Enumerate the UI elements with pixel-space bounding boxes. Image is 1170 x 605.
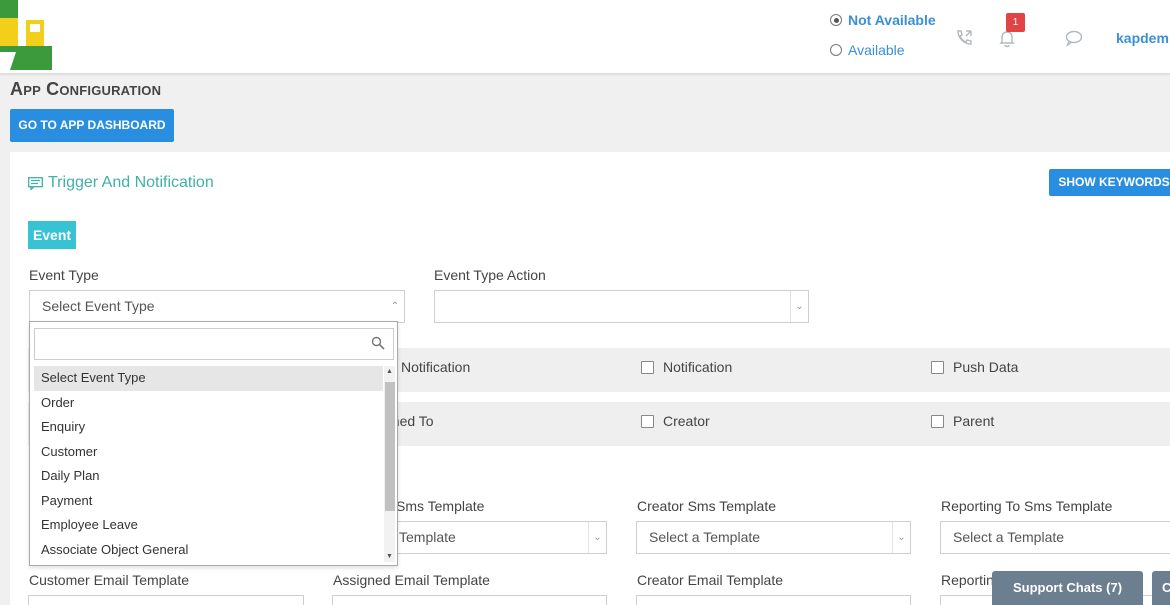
- status-available-radio[interactable]: Available: [830, 42, 905, 58]
- checkbox-label: Parent: [953, 413, 995, 429]
- notification-count-badge: 1: [1006, 13, 1025, 32]
- checkbox-option[interactable]: Parent: [931, 413, 994, 429]
- assigned-email-template-select[interactable]: [332, 595, 607, 605]
- sms-template-select[interactable]: Template ⌄: [386, 521, 607, 554]
- checkbox-option[interactable]: Push Data: [931, 359, 1018, 375]
- status-not-available-label: Not Available: [848, 12, 936, 28]
- assigned-email-template-label: Assigned Email Template: [333, 572, 490, 588]
- chevron-down-icon[interactable]: ⌄: [790, 291, 808, 322]
- chevron-up-icon[interactable]: ⌃: [386, 291, 404, 322]
- dropdown-option[interactable]: Customer: [34, 440, 383, 465]
- creator-sms-template-value: Select a Template: [649, 529, 761, 545]
- section-title-text: Trigger And Notification: [48, 174, 214, 191]
- checkbox-label: Push Data: [953, 359, 1019, 375]
- chat-bubble-icon[interactable]: [1064, 28, 1084, 48]
- creator-sms-template-label: Creator Sms Template: [637, 498, 777, 514]
- show-keywords-button[interactable]: SHOW KEYWORDS: [1049, 169, 1170, 196]
- chevron-down-icon[interactable]: ⌄: [892, 522, 910, 553]
- chevron-down-icon[interactable]: ⌄: [588, 522, 606, 553]
- customer-email-template-select[interactable]: [28, 595, 304, 605]
- checkbox-label: Notification: [663, 359, 733, 375]
- event-type-value: Select Event Type: [42, 298, 155, 314]
- radio-unselected-icon[interactable]: [830, 44, 842, 56]
- dropdown-option[interactable]: Payment: [34, 489, 383, 514]
- dropdown-option[interactable]: Associate Object General: [34, 538, 383, 563]
- event-type-action-select[interactable]: ⌄: [434, 290, 809, 323]
- event-type-select[interactable]: Select Event Type ⌃: [29, 290, 405, 323]
- reporting-email-template-label: Reportin: [941, 572, 994, 588]
- go-to-app-dashboard-button[interactable]: GO TO APP DASHBOARD: [10, 109, 174, 142]
- event-type-label: Event Type: [29, 267, 99, 283]
- checkbox-option[interactable]: Notification: [641, 359, 732, 375]
- event-type-dropdown: Select Event Type Order Enquiry Customer…: [29, 321, 398, 566]
- dropdown-option[interactable]: Select Event Type: [34, 366, 383, 391]
- dropdown-search-input[interactable]: [34, 328, 394, 360]
- dropdown-scrollbar[interactable]: ▲ ▼: [384, 366, 395, 562]
- company-logo[interactable]: [0, 0, 52, 70]
- status-not-available-radio[interactable]: Not Available: [830, 12, 936, 28]
- reporting-sms-template-value: Select a Template: [953, 529, 1065, 545]
- reporting-sms-template-select[interactable]: Select a Template: [940, 521, 1170, 554]
- checkbox-option[interactable]: Creator: [641, 413, 710, 429]
- sms-template-label: Sms Template: [396, 498, 485, 514]
- checkbox-icon[interactable]: [931, 360, 944, 374]
- event-type-action-label: Event Type Action: [434, 267, 546, 283]
- support-chats-button[interactable]: Support Chats (7): [992, 571, 1143, 605]
- dropdown-option[interactable]: Daily Plan: [34, 464, 383, 489]
- creator-sms-template-select[interactable]: Select a Template ⌄: [636, 521, 911, 554]
- checkbox-icon[interactable]: [641, 360, 654, 374]
- comment-list-icon: [28, 176, 43, 190]
- search-icon: [371, 336, 385, 350]
- user-menu[interactable]: kapdem: [1116, 30, 1169, 46]
- checkbox-option[interactable]: Notification: [401, 359, 470, 375]
- dropdown-option[interactable]: Employee Leave: [34, 513, 383, 538]
- dropdown-option[interactable]: Enquiry: [34, 415, 383, 440]
- creator-email-template-label: Creator Email Template: [637, 572, 784, 588]
- secondary-chat-button[interactable]: C: [1152, 571, 1170, 605]
- customer-email-template-label: Customer Email Template: [29, 572, 190, 588]
- section-title: Trigger And Notification: [28, 174, 214, 192]
- checkbox-label: Creator: [663, 413, 710, 429]
- checkbox-icon[interactable]: [641, 414, 654, 428]
- dropdown-option[interactable]: Order: [34, 391, 383, 416]
- status-available-label: Available: [848, 42, 905, 58]
- checkbox-label: Notification: [401, 359, 471, 375]
- event-tag: Event: [28, 221, 76, 249]
- phone-call-icon[interactable]: [954, 28, 974, 48]
- scroll-up-arrow-icon[interactable]: ▲: [384, 368, 395, 375]
- sms-template-value: Template: [399, 529, 456, 545]
- dropdown-option-list: Select Event Type Order Enquiry Customer…: [34, 366, 383, 562]
- reporting-to-sms-template-label: Reporting To Sms Template: [941, 498, 1113, 514]
- checkbox-icon[interactable]: [931, 414, 944, 428]
- radio-selected-icon[interactable]: [830, 14, 842, 26]
- scrollbar-thumb[interactable]: [385, 382, 395, 511]
- top-header: Not Available Available 1 kapdem: [0, 0, 1170, 74]
- page-title: App Configuration: [10, 79, 162, 99]
- scroll-down-arrow-icon[interactable]: ▼: [384, 553, 395, 560]
- creator-email-template-select[interactable]: [636, 595, 911, 605]
